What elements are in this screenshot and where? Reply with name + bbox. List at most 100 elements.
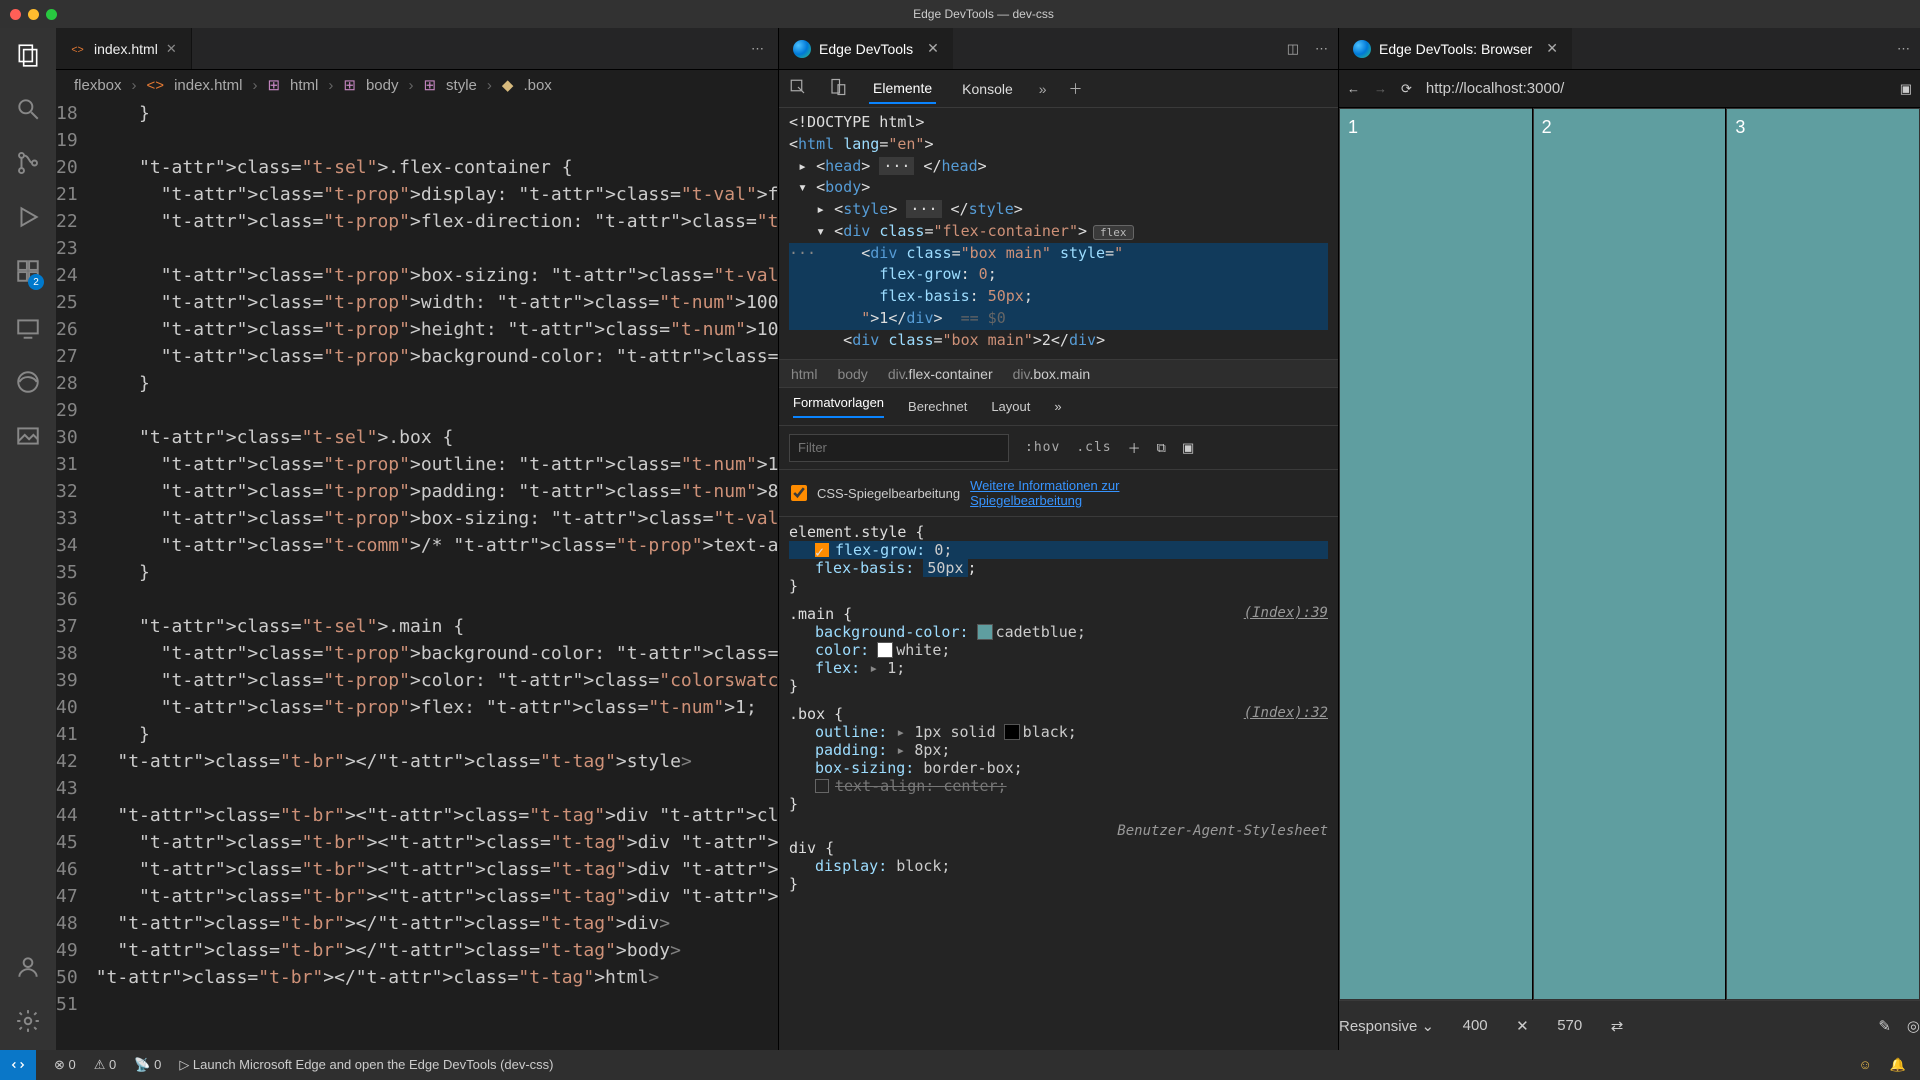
elements-tab[interactable]: Elemente bbox=[869, 74, 936, 104]
code-content[interactable]: } "t-attr">class="t-sel">.flex-container… bbox=[96, 100, 778, 1050]
breadcrumb[interactable]: flexbox› <>index.html› ⊞html› ⊞body› ⊞st… bbox=[56, 70, 778, 100]
cls-toggle[interactable]: .cls bbox=[1076, 440, 1111, 455]
editor-tabs: <> index.html ✕ ⋯ bbox=[56, 28, 778, 70]
height-input[interactable] bbox=[1545, 1017, 1595, 1034]
close-icon[interactable] bbox=[10, 9, 21, 20]
responsive-dropdown[interactable]: Responsive ⌄ bbox=[1339, 1017, 1434, 1035]
close-icon[interactable]: ✕ bbox=[166, 41, 177, 57]
activity-bar: 2 bbox=[0, 28, 56, 1050]
profile-icon[interactable]: ☺ bbox=[1859, 1057, 1872, 1073]
extensions-icon[interactable]: 2 bbox=[15, 258, 41, 287]
crumb[interactable]: .box bbox=[523, 77, 551, 94]
tab-devtools[interactable]: Edge DevTools ✕ bbox=[779, 28, 953, 69]
address-bar: ← → ⟳ ▣ bbox=[1339, 70, 1920, 108]
styles-tab[interactable]: Formatvorlagen bbox=[793, 395, 884, 418]
remote-icon[interactable] bbox=[15, 315, 41, 341]
overflow-icon[interactable]: » bbox=[1039, 81, 1047, 97]
tab-index-html[interactable]: <> index.html ✕ bbox=[56, 28, 192, 69]
crumb[interactable]: flexbox bbox=[74, 77, 122, 94]
css-mirror-link[interactable]: Weitere Informationen zurSpiegelbearbeit… bbox=[970, 478, 1119, 508]
width-input[interactable] bbox=[1450, 1017, 1500, 1034]
status-bar: ⊗ 0 ⚠ 0 📡 0 ▷ Launch Microsoft Edge and … bbox=[0, 1050, 1920, 1080]
pin-icon[interactable]: ⧉ bbox=[1157, 440, 1166, 456]
edge-tools-icon[interactable] bbox=[15, 369, 41, 395]
crumb[interactable]: body bbox=[366, 77, 399, 94]
url-input[interactable] bbox=[1426, 80, 1886, 97]
styles-filter-input[interactable] bbox=[789, 434, 1009, 462]
window-title: Edge DevTools — dev-css bbox=[57, 7, 1910, 21]
more-icon[interactable]: ⋯ bbox=[1315, 41, 1328, 57]
launch-hint[interactable]: ▷ Launch Microsoft Edge and open the Edg… bbox=[179, 1057, 553, 1073]
split-icon[interactable]: ◫ bbox=[1287, 41, 1299, 57]
close-dim-icon[interactable]: ✕ bbox=[1516, 1017, 1529, 1035]
dom-tree[interactable]: <!DOCTYPE html> <html lang="en"> ▸ <head… bbox=[779, 108, 1338, 360]
devtools-toggle-icon[interactable]: ▣ bbox=[1900, 81, 1912, 97]
edge-icon bbox=[793, 40, 811, 58]
edit-icon[interactable]: ✎ bbox=[1878, 1017, 1891, 1035]
add-tab-icon[interactable]: ＋ bbox=[1069, 79, 1083, 99]
preview-box: 1 bbox=[1339, 108, 1533, 1000]
crumb[interactable]: html bbox=[791, 366, 817, 382]
explorer-icon[interactable] bbox=[15, 42, 41, 68]
dom-breadcrumb[interactable]: html body div.flex-container div.box.mai… bbox=[779, 360, 1338, 388]
hov-toggle[interactable]: :hov bbox=[1025, 440, 1060, 455]
style-rules[interactable]: element.style { ✓flex-grow: 0; flex-basi… bbox=[779, 517, 1338, 1050]
source-control-icon[interactable] bbox=[15, 150, 41, 176]
tab-label: Edge DevTools bbox=[819, 41, 913, 57]
warnings-count[interactable]: ⚠ 0 bbox=[94, 1057, 117, 1073]
inspect-icon[interactable] bbox=[789, 78, 807, 99]
remote-indicator[interactable] bbox=[0, 1050, 36, 1080]
settings-icon[interactable] bbox=[15, 1008, 41, 1034]
preview-box: 3 bbox=[1726, 108, 1920, 1000]
devtools-toolbar: Elemente Konsole » ＋ bbox=[779, 70, 1338, 108]
layout-tab[interactable]: Layout bbox=[991, 399, 1030, 414]
console-tab[interactable]: Konsole bbox=[958, 75, 1017, 103]
forward-icon[interactable]: → bbox=[1374, 81, 1387, 96]
rotate-icon[interactable]: ⇄ bbox=[1611, 1017, 1624, 1035]
target-icon[interactable]: ◎ bbox=[1907, 1017, 1920, 1035]
css-mirror-label: CSS-Spiegelbearbeitung bbox=[817, 486, 960, 501]
overflow-icon[interactable]: » bbox=[1054, 399, 1061, 414]
styles-filter-row: :hov .cls ＋ ⧉ ▣ bbox=[779, 426, 1338, 470]
browser-pane: Edge DevTools: Browser ✕ ⋯ ← → ⟳ ▣ 1 2 3… bbox=[1338, 28, 1920, 1050]
port-status[interactable]: 📡 0 bbox=[134, 1057, 161, 1073]
css-mirror-checkbox[interactable] bbox=[791, 485, 807, 501]
crumb[interactable]: body bbox=[837, 366, 867, 382]
device-icon[interactable] bbox=[829, 78, 847, 99]
source-link[interactable]: (Index):39 bbox=[1244, 605, 1328, 621]
titlebar: Edge DevTools — dev-css bbox=[0, 0, 1920, 28]
search-icon[interactable] bbox=[15, 96, 41, 122]
computed-tab[interactable]: Berechnet bbox=[908, 399, 967, 414]
panel-icon[interactable]: ▣ bbox=[1182, 440, 1194, 456]
accounts-icon[interactable] bbox=[15, 954, 41, 980]
code-editor[interactable]: 1819202122232425262728293031323334353637… bbox=[56, 100, 778, 1050]
images-icon[interactable] bbox=[15, 423, 41, 449]
user-agent-label: Benutzer-Agent-Stylesheet bbox=[789, 823, 1328, 839]
crumb[interactable]: style bbox=[446, 77, 477, 94]
bell-icon[interactable]: 🔔 bbox=[1890, 1057, 1906, 1073]
preview-box: 2 bbox=[1533, 108, 1727, 1000]
devtools-pane: Edge DevTools ✕ ◫ ⋯ Elemente Konsole » ＋… bbox=[778, 28, 1338, 1050]
crumb[interactable]: index.html bbox=[174, 77, 242, 94]
close-icon[interactable]: ✕ bbox=[927, 40, 939, 57]
tab-label: index.html bbox=[94, 41, 158, 57]
back-icon[interactable]: ← bbox=[1347, 81, 1360, 96]
tab-browser[interactable]: Edge DevTools: Browser ✕ bbox=[1339, 28, 1572, 69]
close-icon[interactable]: ✕ bbox=[1546, 40, 1558, 57]
reload-icon[interactable]: ⟳ bbox=[1401, 81, 1412, 97]
plus-icon[interactable]: ＋ bbox=[1128, 438, 1141, 457]
minimize-icon[interactable] bbox=[28, 9, 39, 20]
errors-count[interactable]: ⊗ 0 bbox=[54, 1057, 76, 1073]
source-link[interactable]: (Index):32 bbox=[1244, 705, 1328, 721]
run-debug-icon[interactable] bbox=[15, 204, 41, 230]
maximize-icon[interactable] bbox=[46, 9, 57, 20]
svg-text:<>: <> bbox=[71, 44, 83, 56]
tab-actions[interactable]: ⋯ bbox=[751, 41, 778, 57]
styles-tabs: Formatvorlagen Berechnet Layout » bbox=[779, 388, 1338, 426]
window-controls[interactable] bbox=[10, 9, 57, 20]
responsive-bar: Responsive ⌄ ✕ ⇄ ✎ ◎ bbox=[1339, 1000, 1920, 1050]
more-icon[interactable]: ⋯ bbox=[1897, 41, 1910, 57]
page-preview[interactable]: 1 2 3 bbox=[1339, 108, 1920, 1000]
crumb[interactable]: html bbox=[290, 77, 318, 94]
css-mirror-row: CSS-Spiegelbearbeitung Weitere Informati… bbox=[779, 470, 1338, 517]
